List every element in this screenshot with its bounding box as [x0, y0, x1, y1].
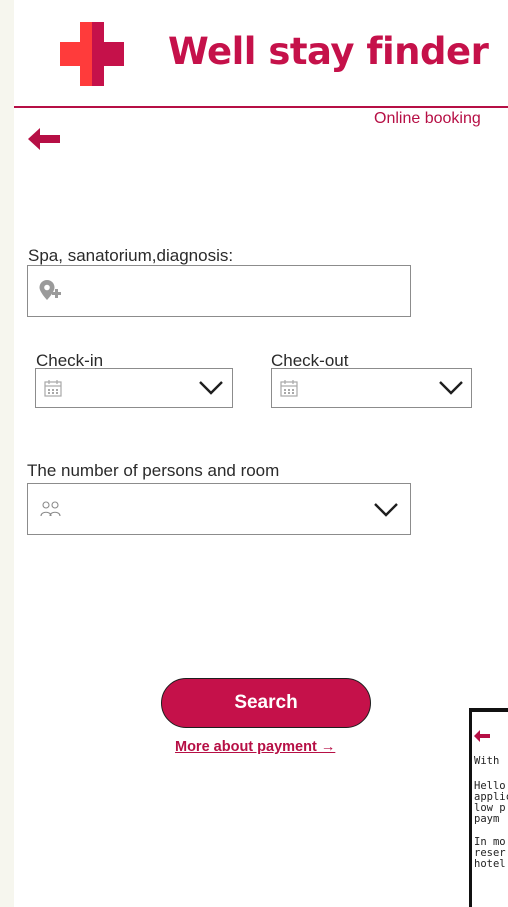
checkout-field[interactable] [271, 368, 472, 408]
calendar-icon [280, 380, 298, 397]
preview-thumbnail[interactable]: With Hello applic low p paym In mo reser… [469, 708, 508, 907]
search-input[interactable] [62, 274, 396, 312]
people-icon [40, 501, 61, 517]
preview-line: hotel [474, 858, 506, 870]
chevron-down-icon[interactable] [373, 502, 399, 518]
chevron-down-icon[interactable] [438, 380, 464, 396]
preview-line: paym [474, 813, 500, 825]
search-field[interactable] [27, 265, 411, 317]
logo-cross-icon [60, 22, 124, 86]
search-button[interactable]: Search [161, 678, 371, 728]
chevron-down-icon[interactable] [198, 380, 224, 396]
preview-content: With Hello applic low p paym In mo reser… [472, 712, 508, 907]
app-title: Well stay finder [168, 30, 489, 73]
location-pin-plus-icon [39, 280, 61, 300]
persons-label: The number of persons and room [27, 461, 280, 480]
calendar-icon [44, 380, 62, 397]
preview-line: With [474, 755, 500, 767]
header-divider [14, 106, 508, 108]
tagline: Online booking [374, 110, 481, 127]
more-about-payment-link[interactable]: More about payment → [175, 739, 335, 755]
arrow-left-icon [474, 730, 490, 742]
search-label: Spa, sanatorium,diagnosis: [28, 246, 234, 265]
app-screen: Well stay finder Online booking Spa, san… [14, 0, 508, 907]
checkin-field[interactable] [35, 368, 233, 408]
arrow-left-icon[interactable] [28, 128, 60, 150]
persons-room-field[interactable] [27, 483, 411, 535]
